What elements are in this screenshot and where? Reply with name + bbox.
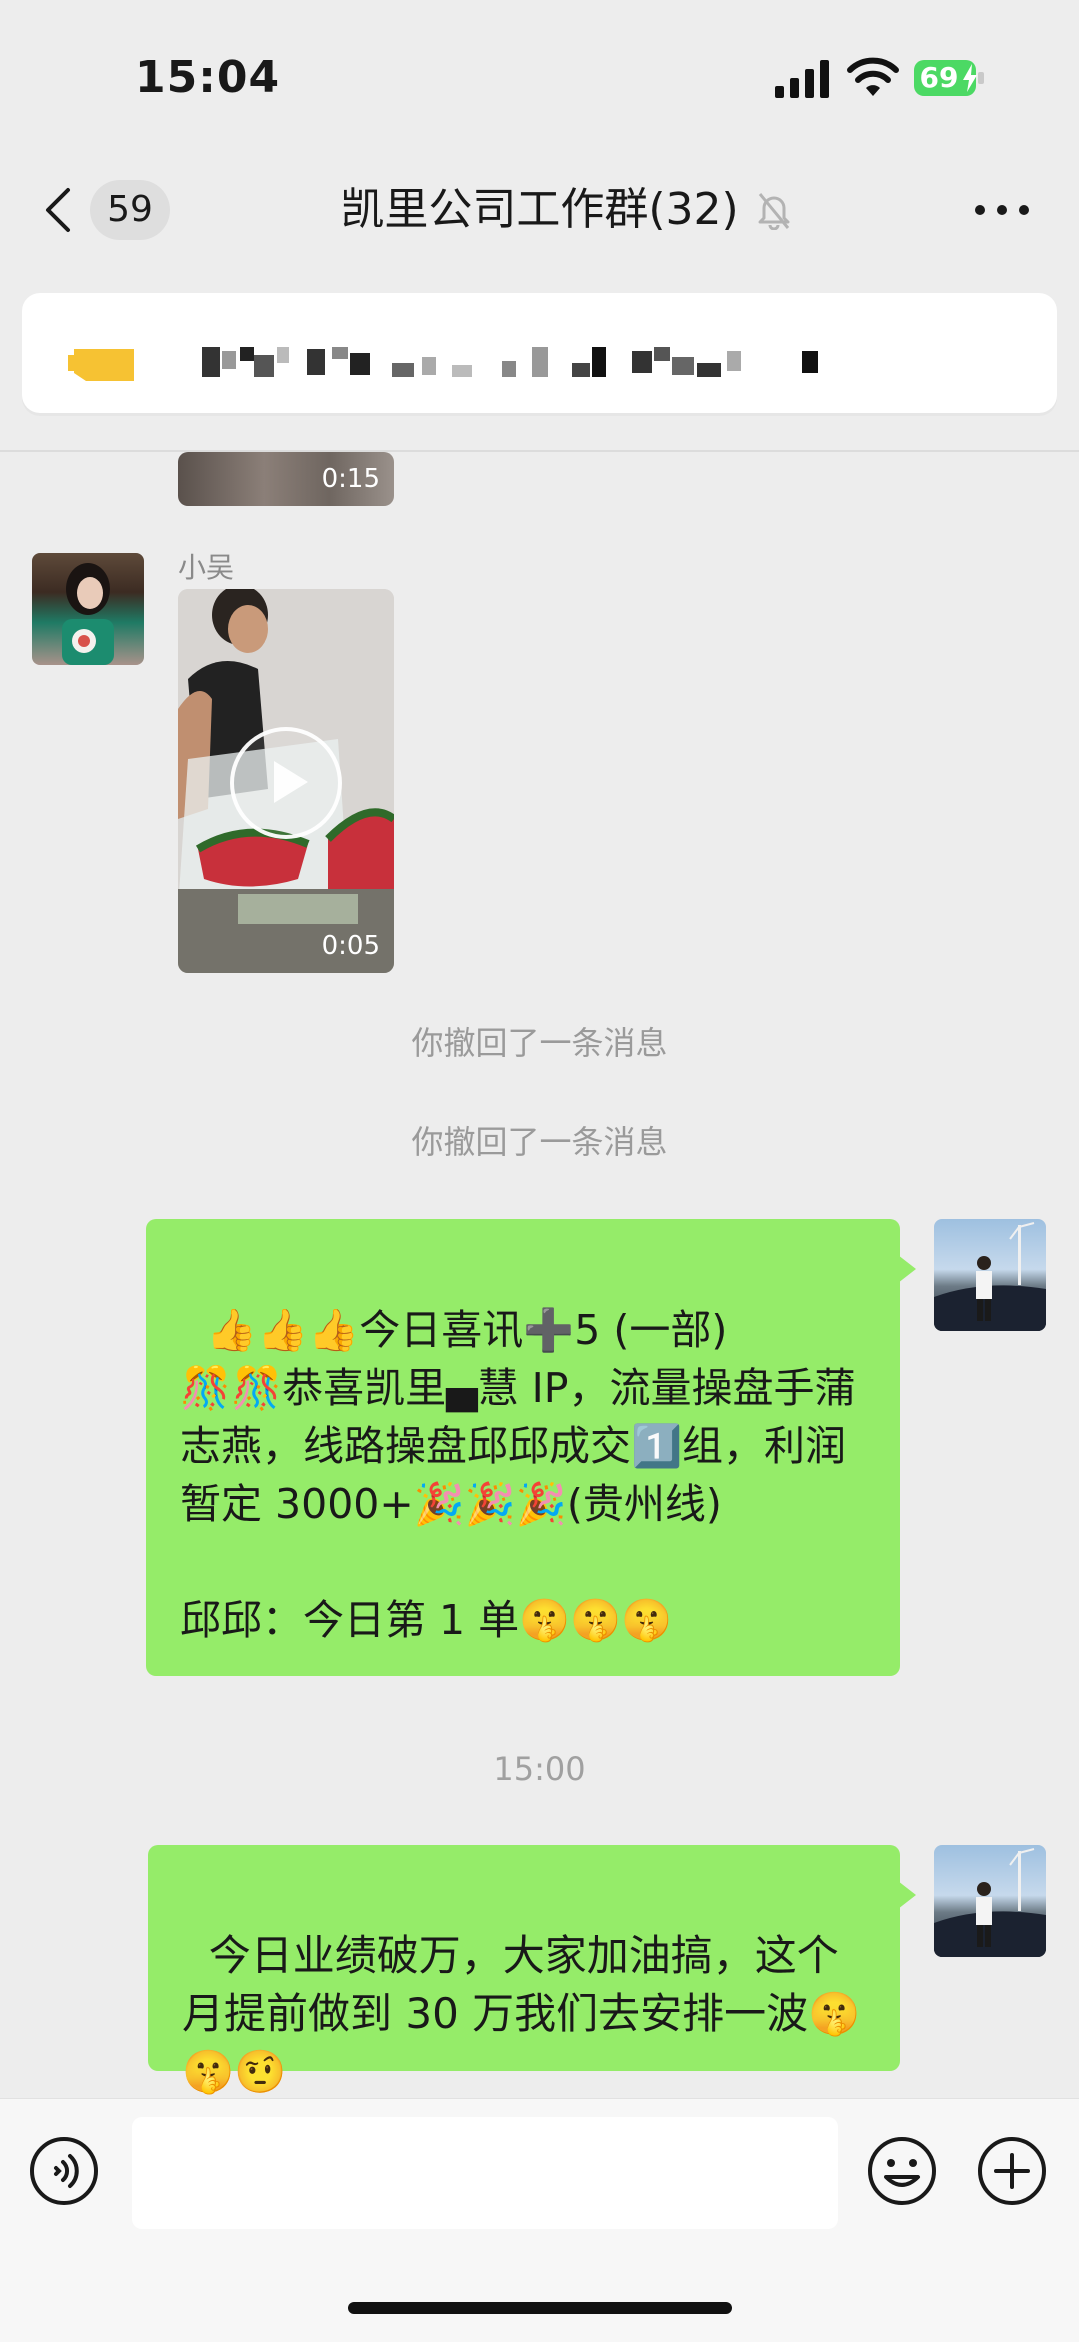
recalled-message-notice: 你撤回了一条消息 xyxy=(411,1024,668,1062)
sent-text-message[interactable]: 今日业绩破万，大家加油搞，这个月提前做到 30 万我们去安排一波🤫🤫🤨 xyxy=(148,1845,916,2096)
video-duration: 0:05 xyxy=(321,931,380,961)
charging-bolt-icon xyxy=(963,64,977,92)
chat-title: 凯里公司工作群(32) xyxy=(340,184,739,235)
home-indicator xyxy=(348,2302,732,2314)
add-attachment-icon[interactable] xyxy=(976,2135,1048,2207)
status-bar: 15:04 69 xyxy=(0,0,1079,150)
avatar-portrait xyxy=(934,1848,1046,1957)
pixelated-text-redaction xyxy=(202,347,818,377)
message-text: 👍👍👍今日喜讯➕5 (一部) 🎊🎊恭喜凯里▄慧 IP，流量操盘手蒲志燕，线路操盘… xyxy=(180,1306,856,1644)
message-input[interactable] xyxy=(132,2117,838,2229)
status-time: 15:04 xyxy=(135,52,281,103)
recalled-message-notice: 你撤回了一条消息 xyxy=(411,1123,668,1161)
video-message[interactable]: 0:05 xyxy=(178,589,394,973)
avatar-portrait xyxy=(934,1222,1046,1331)
message-text: 今日业绩破万，大家加油搞，这个月提前做到 30 万我们去安排一波🤫🤫🤨 xyxy=(182,1931,861,2096)
pinned-message-banner[interactable] xyxy=(22,293,1057,413)
my-avatar[interactable] xyxy=(934,1219,1046,1331)
voice-input-icon[interactable] xyxy=(28,2135,100,2207)
battery-level: 69 xyxy=(919,61,959,94)
battery-icon: 69 xyxy=(914,60,984,96)
sender-avatar[interactable] xyxy=(32,553,144,665)
my-avatar[interactable] xyxy=(934,1845,1046,1957)
sent-text-message[interactable]: 👍👍👍今日喜讯➕5 (一部) 🎊🎊恭喜凯里▄慧 IP，流量操盘手蒲志燕，线路操盘… xyxy=(146,1219,916,1676)
emoji-icon[interactable] xyxy=(866,2135,938,2207)
cellular-signal-icon xyxy=(775,60,829,98)
header-divider xyxy=(0,450,1079,452)
video-message[interactable]: 0:15 xyxy=(178,452,394,506)
video-duration: 0:15 xyxy=(321,464,380,494)
pinned-message-icon xyxy=(68,349,134,381)
mute-bell-icon xyxy=(758,193,790,230)
wifi-icon xyxy=(847,57,899,96)
play-icon[interactable] xyxy=(230,727,342,839)
message-timestamp: 15:00 xyxy=(493,1750,586,1788)
avatar-portrait xyxy=(62,563,114,665)
more-options-icon[interactable] xyxy=(972,200,1032,220)
sender-name: 小吴 xyxy=(178,551,235,584)
chat-header: 59 凯里公司工作群(32) xyxy=(0,160,1079,260)
